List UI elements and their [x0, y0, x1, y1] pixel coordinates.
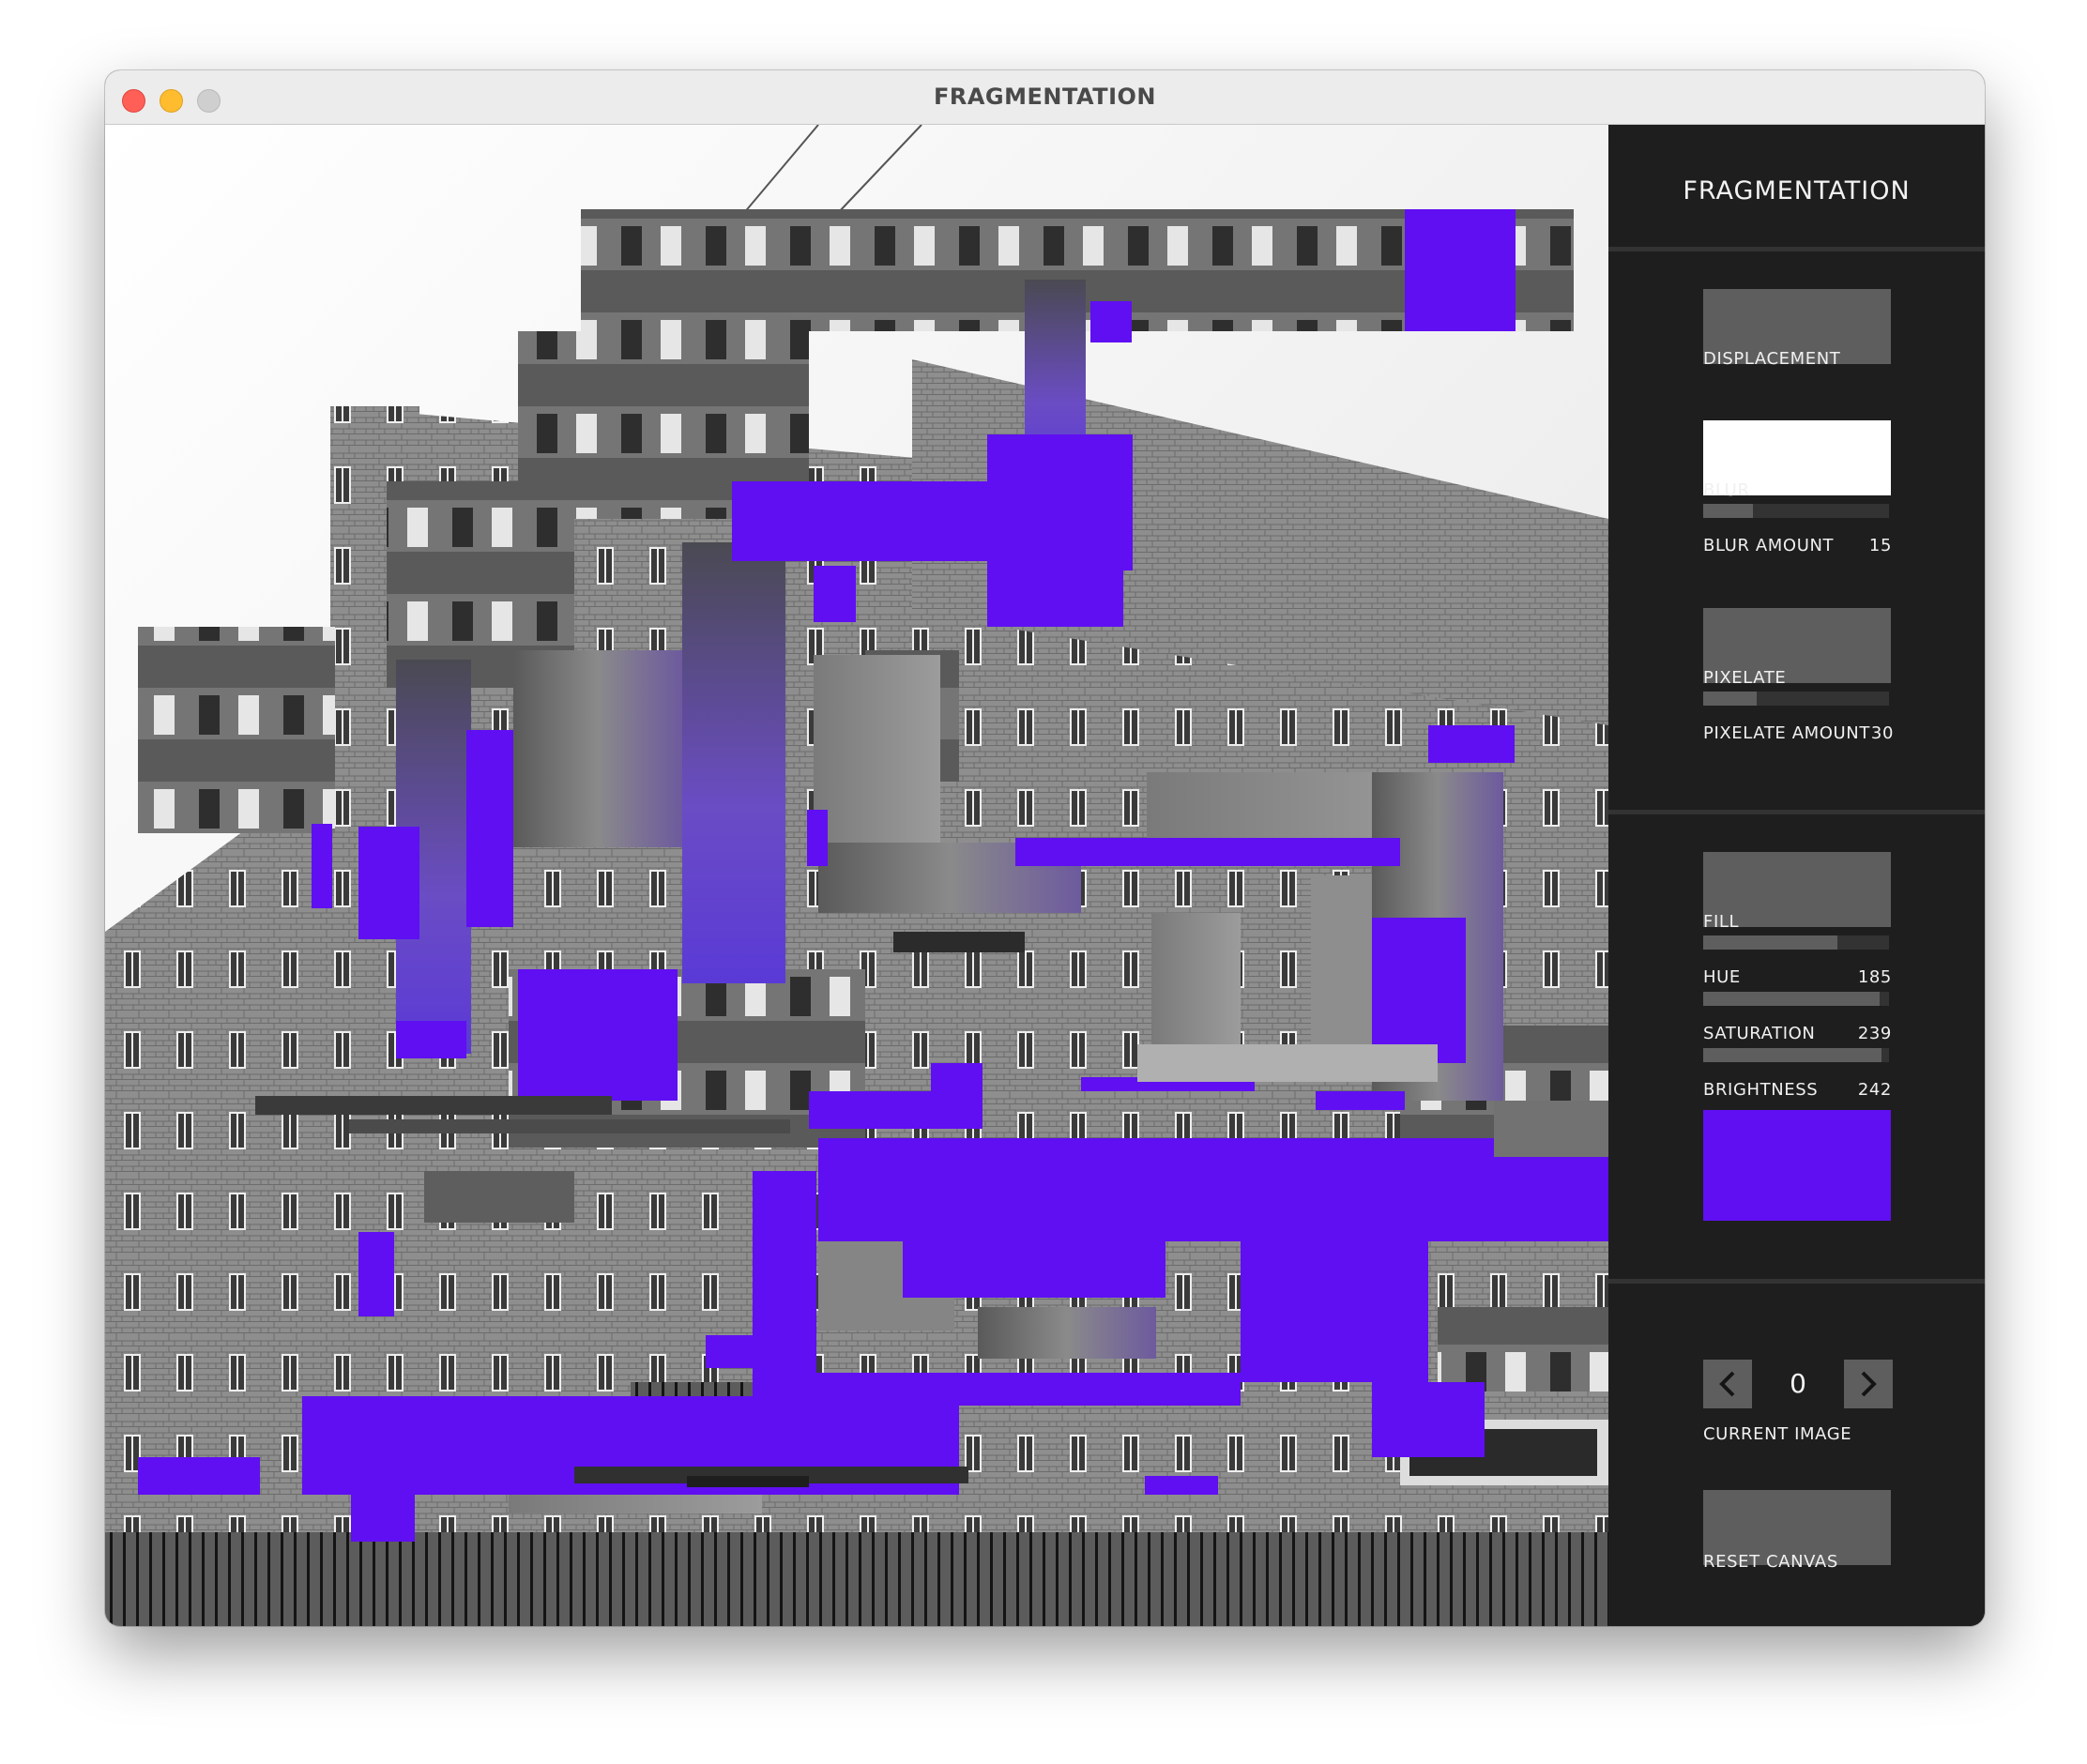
current-image-label: CURRENT IMAGE — [1703, 1424, 1852, 1444]
saturation-slider[interactable] — [1703, 1048, 1889, 1062]
blur-label: BLUR — [1703, 480, 1750, 500]
next-image-button[interactable] — [1844, 1360, 1893, 1408]
window-title: FRAGMENTATION — [933, 84, 1157, 110]
fragmented-image — [105, 125, 1608, 1626]
fill-slider-fill — [1703, 935, 1837, 950]
control-panel: FRAGMENTATION DISPLACEMENT BLUR BLUR AMO… — [1608, 125, 1985, 1626]
panel-title: FRAGMENTATION — [1683, 176, 1911, 205]
pixelate-amount-fill — [1703, 692, 1758, 706]
saturation-label: SATURATION — [1703, 1024, 1816, 1043]
pixelate-amount-slider[interactable] — [1703, 692, 1889, 706]
saturation-value: 239 — [1857, 1024, 1892, 1043]
panel-divider — [1608, 1279, 1985, 1284]
fill-slider[interactable] — [1703, 935, 1889, 950]
pixelate-label: PIXELATE — [1703, 668, 1787, 688]
saturation-slider-fill — [1703, 1048, 1882, 1062]
brightness-value: 242 — [1857, 1080, 1892, 1100]
panel-divider — [1608, 810, 1985, 814]
previous-image-button[interactable] — [1703, 1360, 1752, 1408]
hue-slider[interactable] — [1703, 992, 1889, 1006]
panel-divider — [1608, 247, 1985, 251]
title-bar: FRAGMENTATION — [105, 70, 1985, 125]
chevron-left-icon — [1719, 1371, 1735, 1397]
hue-value: 185 — [1857, 967, 1892, 987]
blur-amount-label: BLUR AMOUNT — [1703, 536, 1835, 555]
pixelate-amount-value: 30 — [1870, 723, 1894, 743]
reset-canvas-label: RESET CANVAS — [1703, 1552, 1838, 1572]
displacement-label: DISPLACEMENT — [1703, 349, 1841, 369]
current-image-value: 0 — [1790, 1368, 1806, 1399]
image-canvas[interactable] — [105, 125, 1608, 1626]
blur-amount-fill — [1703, 504, 1754, 518]
hue-slider-fill — [1703, 992, 1881, 1006]
pixelate-amount-label: PIXELATE AMOUNT — [1703, 723, 1870, 743]
hue-label: HUE — [1703, 967, 1741, 987]
fill-label: FILL — [1703, 912, 1740, 932]
blur-amount-value: 15 — [1868, 536, 1892, 555]
app-window: FRAGMENTATION FRAGMENTATION DISPLACEMENT… — [105, 70, 1985, 1626]
brightness-label: BRIGHTNESS — [1703, 1080, 1819, 1100]
fill-color-swatch[interactable] — [1703, 1110, 1891, 1221]
chevron-right-icon — [1861, 1371, 1877, 1397]
blur-amount-slider[interactable] — [1703, 504, 1889, 518]
